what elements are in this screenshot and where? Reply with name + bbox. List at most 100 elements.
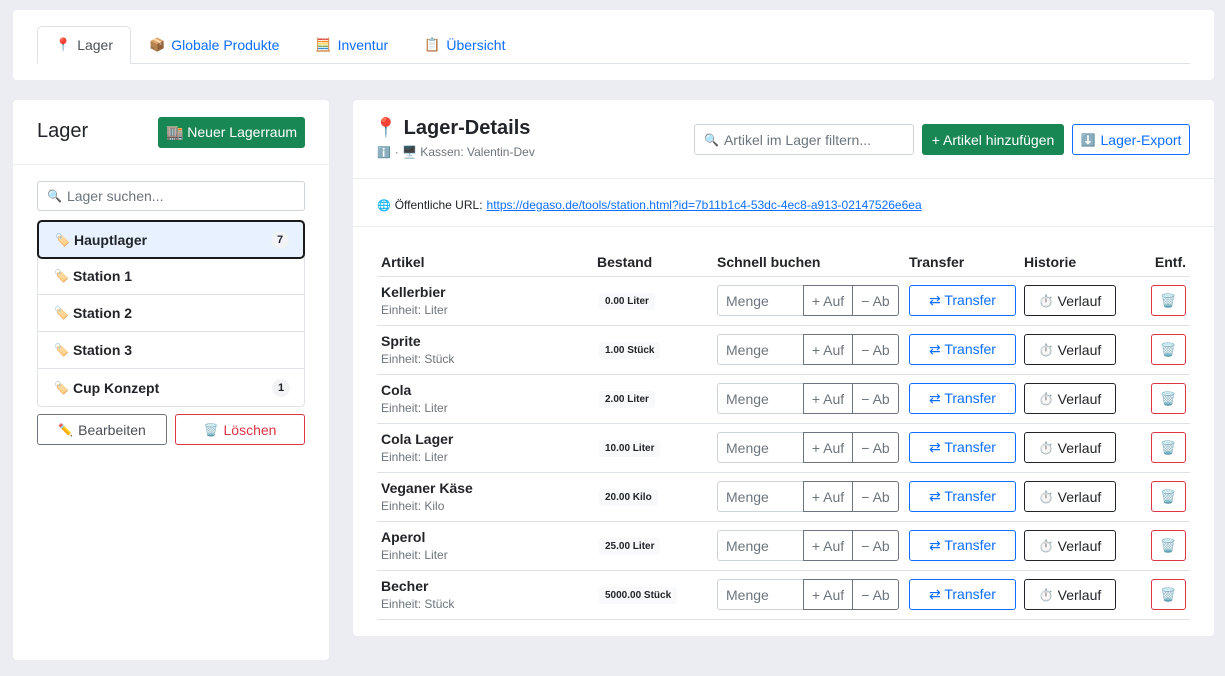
quick-book-group: Menge + Auf − Ab (717, 579, 901, 610)
col-schnell-buchen: Schnell buchen (713, 248, 905, 277)
menge-input[interactable]: Menge (717, 285, 804, 316)
trash-icon: 🗑️ (1160, 439, 1177, 455)
book-out-button[interactable]: − Ab (852, 285, 899, 316)
verlauf-label: Verlauf (1057, 390, 1102, 407)
artikel-name: Cola (381, 382, 412, 398)
lager-details-card: 📍 Lager-Details ℹ️ · 🖥️ Kassen: Valentin… (353, 100, 1214, 636)
lager-search-input[interactable]: 🔍 Lager suchen... (37, 181, 305, 211)
book-in-button[interactable]: + Auf (803, 481, 853, 512)
book-out-button[interactable]: − Ab (852, 334, 899, 365)
edit-lager-button[interactable]: ✏️ Bearbeiten (37, 414, 167, 445)
delete-row-button[interactable]: 🗑️ (1151, 530, 1186, 561)
artikel-filter-input[interactable]: 🔍 Artikel im Lager filtern... (694, 124, 914, 155)
quick-book-group: Menge + Auf − Ab (717, 285, 901, 316)
book-in-button[interactable]: + Auf (803, 334, 853, 365)
stopwatch-icon: ⏱️ (1038, 391, 1054, 406)
book-out-button[interactable]: − Ab (852, 432, 899, 463)
artikel-cell: Aperol Einheit: Liter (377, 521, 593, 571)
delete-label: Löschen (223, 421, 277, 438)
delete-cell: 🗑️ (1130, 374, 1190, 424)
lager-item-station-1[interactable]: 🏷️ Station 1 (38, 258, 304, 295)
new-lagerraum-button[interactable]: 🏬 Neuer Lagerraum (158, 117, 305, 148)
delete-row-button[interactable]: 🗑️ (1151, 579, 1186, 610)
quick-book-cell: Menge + Auf − Ab (713, 325, 905, 375)
delete-row-button[interactable]: 🗑️ (1151, 481, 1186, 512)
historie-cell: ⏱️ Verlauf (1020, 423, 1130, 473)
trash-icon: 🗑️ (1160, 341, 1177, 357)
verlauf-button[interactable]: ⏱️ Verlauf (1024, 481, 1116, 512)
transfer-button[interactable]: ⇄ Transfer (909, 285, 1016, 316)
tab-globale-produkte[interactable]: 📦 Globale Produkte (131, 26, 297, 64)
abacus-icon: 🧮 (315, 37, 332, 52)
verlauf-button[interactable]: ⏱️ Verlauf (1024, 530, 1116, 561)
historie-cell: ⏱️ Verlauf (1020, 325, 1130, 375)
menge-input[interactable]: Menge (717, 334, 804, 365)
menge-input[interactable]: Menge (717, 481, 804, 512)
verlauf-button[interactable]: ⏱️ Verlauf (1024, 285, 1116, 316)
menge-input[interactable]: Menge (717, 383, 804, 414)
verlauf-button[interactable]: ⏱️ Verlauf (1024, 432, 1116, 463)
book-in-button[interactable]: + Auf (803, 383, 853, 414)
stopwatch-icon: ⏱️ (1038, 587, 1054, 602)
book-out-button[interactable]: − Ab (852, 481, 899, 512)
verlauf-button[interactable]: ⏱️ Verlauf (1024, 383, 1116, 414)
lager-export-button[interactable]: ⬇️ Lager-Export (1072, 124, 1190, 155)
transfer-button[interactable]: ⇄ Transfer (909, 481, 1016, 512)
delete-row-button[interactable]: 🗑️ (1151, 383, 1186, 414)
book-in-button[interactable]: + Auf (803, 285, 853, 316)
menge-input[interactable]: Menge (717, 530, 804, 561)
transfer-button[interactable]: ⇄ Transfer (909, 530, 1016, 561)
book-out-button[interactable]: − Ab (852, 383, 899, 414)
menge-input[interactable]: Menge (717, 432, 804, 463)
tab-uebersicht[interactable]: 📋 Übersicht (406, 26, 523, 64)
delete-row-button[interactable]: 🗑️ (1151, 432, 1186, 463)
tab-lager[interactable]: 📍 Lager (37, 26, 131, 64)
artikel-cell: Cola Lager Einheit: Liter (377, 423, 593, 473)
tab-inventur[interactable]: 🧮 Inventur (297, 26, 406, 64)
inventory-table: Artikel Bestand Schnell buchen Transfer … (377, 248, 1190, 620)
quick-book-cell: Menge + Auf − Ab (713, 521, 905, 571)
clipboard-icon: 📋 (424, 37, 441, 52)
trash-icon: 🗑️ (1160, 586, 1177, 602)
lager-item-label: Hauptlager (73, 231, 148, 248)
delete-lager-button[interactable]: 🗑️ Löschen (175, 414, 305, 445)
download-icon: ⬇️ (1080, 132, 1096, 147)
lager-item-hauptlager[interactable]: 🏷️ Hauptlager 7 (37, 220, 305, 259)
delete-cell: 🗑️ (1130, 423, 1190, 473)
lager-item-station-2[interactable]: 🏷️ Station 2 (38, 295, 304, 332)
verlauf-button[interactable]: ⏱️ Verlauf (1024, 579, 1116, 610)
book-in-button[interactable]: + Auf (803, 432, 853, 463)
transfer-button[interactable]: ⇄ Transfer (909, 383, 1016, 414)
bestand-cell: 10.00 Liter (593, 423, 713, 473)
transfer-button[interactable]: ⇄ Transfer (909, 432, 1016, 463)
artikel-cell: Kellerbier Einheit: Liter (377, 276, 593, 326)
globe-icon: 🌐 (377, 199, 391, 212)
artikel-unit: Einheit: Liter (381, 548, 448, 562)
tag-icon: 🏷️ (54, 306, 69, 320)
public-url-link[interactable]: https://degaso.de/tools/station.html?id=… (487, 198, 922, 212)
artikel-unit: Einheit: Kilo (381, 499, 445, 513)
verlauf-label: Verlauf (1057, 586, 1102, 603)
add-artikel-button[interactable]: + Artikel hinzufügen (922, 124, 1064, 155)
lager-item-cup-konzept[interactable]: 🏷️ Cup Konzept 1 (38, 369, 304, 406)
book-in-button[interactable]: + Auf (803, 530, 853, 561)
bestand-cell: 25.00 Liter (593, 521, 713, 571)
delete-row-button[interactable]: 🗑️ (1151, 285, 1186, 316)
transfer-button[interactable]: ⇄ Transfer (909, 334, 1016, 365)
bestand-badge: 5000.00 Stück (599, 587, 678, 604)
delete-row-button[interactable]: 🗑️ (1151, 334, 1186, 365)
bestand-cell: 2.00 Liter (593, 374, 713, 424)
tag-icon: 🏷️ (54, 380, 69, 395)
book-out-button[interactable]: − Ab (852, 530, 899, 561)
transfer-button[interactable]: ⇄ Transfer (909, 579, 1016, 610)
stopwatch-icon: ⏱️ (1038, 342, 1054, 357)
transfer-cell: ⇄ Transfer (905, 472, 1020, 522)
main-tabs: 📍 Lager 📦 Globale Produkte 🧮 Inventur 📋 … (37, 26, 1190, 64)
quick-book-cell: Menge + Auf − Ab (713, 276, 905, 326)
book-out-button[interactable]: − Ab (852, 579, 899, 610)
lager-item-station-3[interactable]: 🏷️ Station 3 (38, 332, 304, 369)
divider (353, 226, 1214, 227)
book-in-button[interactable]: + Auf (803, 579, 853, 610)
verlauf-button[interactable]: ⏱️ Verlauf (1024, 334, 1116, 365)
menge-input[interactable]: Menge (717, 579, 804, 610)
